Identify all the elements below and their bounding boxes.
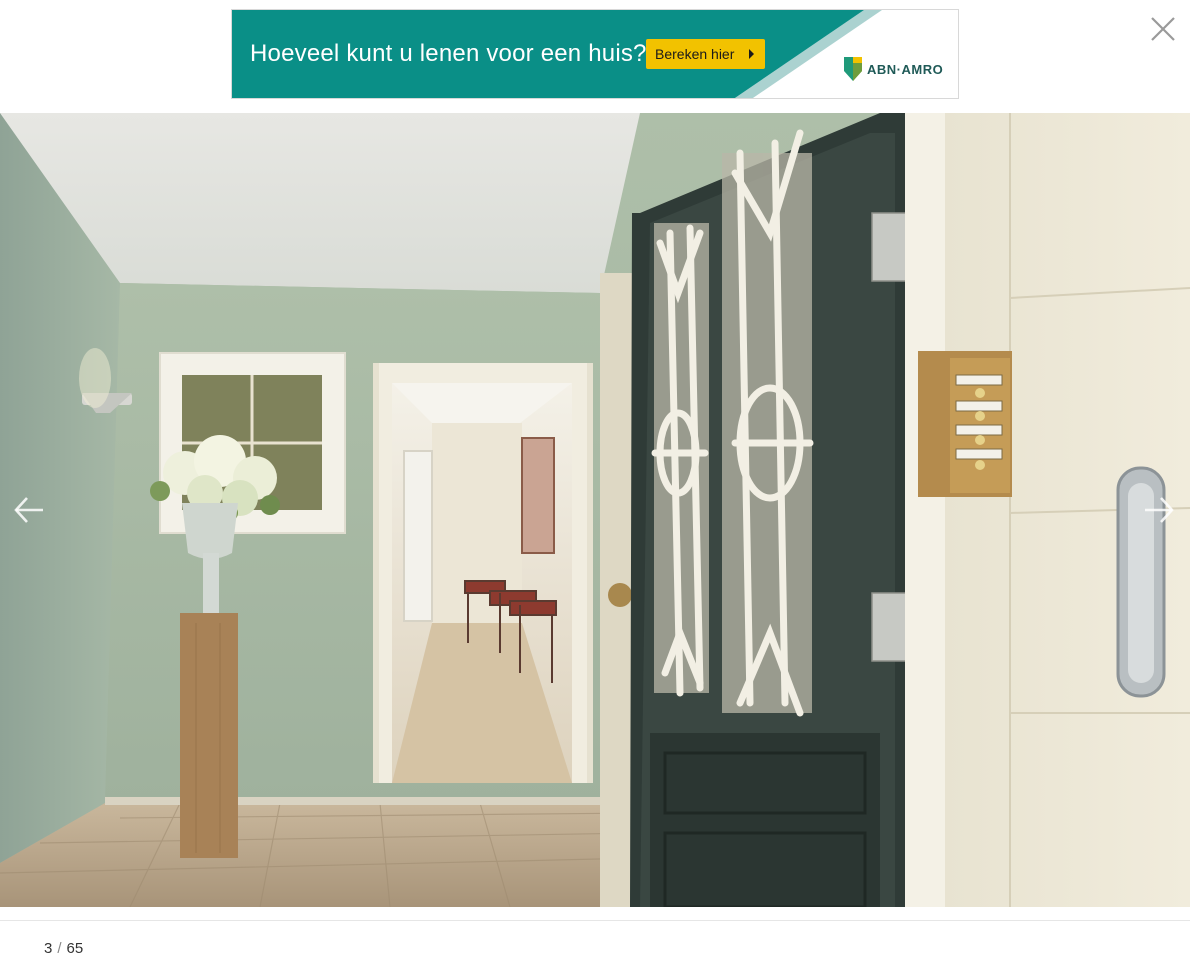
play-triangle-icon	[749, 49, 754, 59]
hallway-photo-illustration	[0, 113, 1190, 907]
ad-brand: ABN·AMRO	[867, 61, 944, 77]
counter-current: 3	[44, 940, 53, 957]
photo-counter: 3/65	[44, 940, 83, 957]
counter-total: 65	[66, 940, 84, 957]
close-icon	[1151, 17, 1175, 41]
shield-logo-icon	[844, 57, 862, 81]
arrow-left-icon	[14, 497, 43, 523]
listing-photo	[0, 113, 1190, 907]
advertisement-banner[interactable]: Hoeveel kunt u lenen voor een huis? Bere…	[231, 9, 959, 99]
arrow-right-icon	[1145, 497, 1174, 523]
counter-separator: /	[57, 940, 62, 957]
close-button[interactable]	[1148, 14, 1178, 44]
abn-amro-logo: ABN·AMRO	[844, 57, 943, 81]
ad-button-label: Bereken hier	[655, 46, 735, 62]
top-bar: Hoeveel kunt u lenen voor een huis? Bere…	[0, 0, 1190, 113]
ad-headline: Hoeveel kunt u lenen voor een huis?	[250, 40, 647, 67]
previous-photo-button[interactable]	[12, 490, 46, 530]
next-photo-button[interactable]	[1142, 490, 1176, 530]
footer-divider	[0, 920, 1190, 921]
ad-calculate-button[interactable]: Bereken hier	[646, 39, 765, 69]
